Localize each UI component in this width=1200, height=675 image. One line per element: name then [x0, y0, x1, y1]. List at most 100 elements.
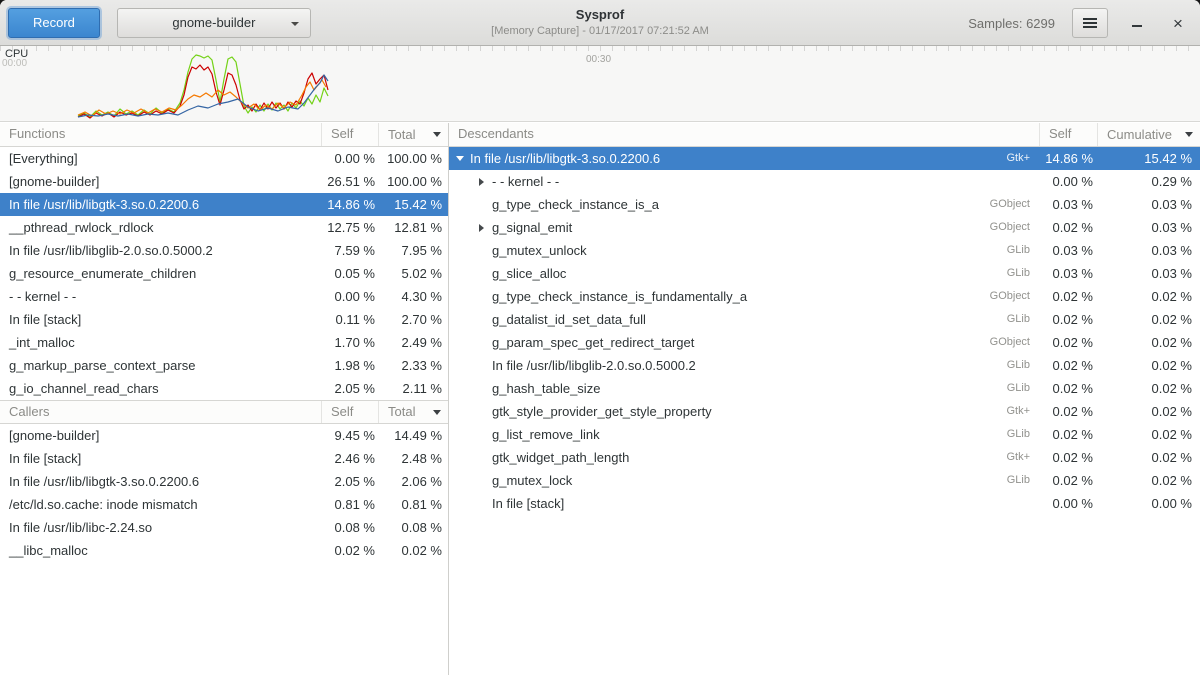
- symbol-name: In file [stack]: [0, 447, 322, 470]
- cpu-series-cpu3: [78, 75, 328, 117]
- descendant-name-cell: g_hash_table_size: [449, 377, 970, 400]
- table-row[interactable]: In file [stack]2.46 %2.48 %: [0, 447, 448, 470]
- self-percent: 0.02 %: [1040, 377, 1098, 400]
- expand-arrow-icon[interactable]: [475, 178, 488, 186]
- self-percent: 0.02 %: [1040, 331, 1098, 354]
- descendant-row[interactable]: In file [stack]0.00 %0.00 %: [449, 492, 1200, 515]
- target-selector-dropdown[interactable]: gnome-builder: [117, 8, 311, 38]
- collapse-arrow-icon[interactable]: [453, 156, 466, 161]
- self-percent: 12.75 %: [322, 216, 379, 239]
- descendants-self-column-header[interactable]: Self: [1040, 123, 1098, 146]
- self-percent: 0.02 %: [322, 539, 379, 562]
- table-row[interactable]: In file /usr/lib/libc-2.24.so0.08 %0.08 …: [0, 516, 448, 539]
- table-row[interactable]: _int_malloc1.70 %2.49 %: [0, 331, 448, 354]
- descendant-row[interactable]: gtk_style_provider_get_style_propertyGtk…: [449, 400, 1200, 423]
- table-row[interactable]: In file /usr/lib/libglib-2.0.so.0.5000.2…: [0, 239, 448, 262]
- symbol-name: g_io_channel_read_chars: [0, 377, 322, 400]
- descendant-row[interactable]: g_list_remove_linkGLib0.02 %0.02 %: [449, 423, 1200, 446]
- descendant-row[interactable]: g_param_spec_get_redirect_targetGObject0…: [449, 331, 1200, 354]
- cumulative-percent: 15.42 %: [1098, 147, 1200, 170]
- descendants-cumulative-column-header[interactable]: Cumulative: [1098, 123, 1200, 146]
- descendant-row[interactable]: g_mutex_unlockGLib0.03 %0.03 %: [449, 239, 1200, 262]
- table-row[interactable]: __libc_malloc0.02 %0.02 %: [0, 539, 448, 562]
- functions-total-column-header[interactable]: Total: [379, 123, 448, 146]
- record-button[interactable]: Record: [8, 8, 100, 38]
- self-percent: 1.70 %: [322, 331, 379, 354]
- library-category: GLib: [970, 354, 1040, 377]
- functions-column-header[interactable]: Functions: [0, 123, 322, 146]
- cumulative-percent: 0.03 %: [1098, 262, 1200, 285]
- symbol-name: In file /usr/lib/libglib-2.0.so.0.5000.2: [0, 239, 322, 262]
- cpu-timeline[interactable]: CPU 00:00 00:30: [0, 46, 1200, 122]
- functions-total-label: Total: [388, 124, 415, 146]
- table-row[interactable]: [gnome-builder]26.51 %100.00 %: [0, 170, 448, 193]
- descendant-row[interactable]: In file /usr/lib/libglib-2.0.so.0.5000.2…: [449, 354, 1200, 377]
- descendant-row[interactable]: g_type_check_instance_is_fundamentally_a…: [449, 285, 1200, 308]
- callers-total-column-header[interactable]: Total: [379, 401, 448, 423]
- table-row[interactable]: In file /usr/lib/libgtk-3.so.0.2200.614.…: [0, 193, 448, 216]
- minimize-button[interactable]: [1125, 8, 1149, 38]
- table-row[interactable]: /etc/ld.so.cache: inode mismatch0.81 %0.…: [0, 493, 448, 516]
- self-percent: 0.02 %: [1040, 216, 1098, 239]
- self-percent: 0.00 %: [322, 147, 379, 170]
- descendant-row[interactable]: g_type_check_instance_is_aGObject0.03 %0…: [449, 193, 1200, 216]
- library-category: Gtk+: [970, 446, 1040, 469]
- symbol-name: In file /usr/lib/libgtk-3.so.0.2200.6: [0, 470, 322, 493]
- symbol-name: g_markup_parse_context_parse: [0, 354, 322, 377]
- symbol-name: In file /usr/lib/libc-2.24.so: [0, 516, 322, 539]
- self-percent: 14.86 %: [1040, 147, 1098, 170]
- self-percent: 0.03 %: [1040, 262, 1098, 285]
- functions-self-column-header[interactable]: Self: [322, 123, 379, 146]
- table-row[interactable]: g_markup_parse_context_parse1.98 %2.33 %: [0, 354, 448, 377]
- symbol-name: In file /usr/lib/libgtk-3.so.0.2200.6: [0, 193, 322, 216]
- close-button[interactable]: ×: [1166, 8, 1190, 38]
- descendant-row[interactable]: - - kernel - - 0.00 %0.29 %: [449, 170, 1200, 193]
- descendant-row[interactable]: g_mutex_lockGLib0.02 %0.02 %: [449, 469, 1200, 492]
- symbol-name: - - kernel - -: [492, 170, 559, 193]
- content-panes: Functions Self Total [Everything]0.00 %1…: [0, 123, 1200, 675]
- descendants-column-header[interactable]: Descendants: [449, 123, 1040, 146]
- table-row[interactable]: __pthread_rwlock_rdlock12.75 %12.81 %: [0, 216, 448, 239]
- self-percent: 0.00 %: [1040, 170, 1098, 193]
- cumulative-percent: 0.02 %: [1098, 423, 1200, 446]
- library-category: GLib: [970, 308, 1040, 331]
- descendant-row[interactable]: gtk_widget_path_lengthGtk+0.02 %0.02 %: [449, 446, 1200, 469]
- symbol-name: In file /usr/lib/libglib-2.0.so.0.5000.2: [492, 354, 696, 377]
- table-row[interactable]: - - kernel - -0.00 %4.30 %: [0, 285, 448, 308]
- total-percent: 2.49 %: [379, 331, 448, 354]
- cumulative-percent: 0.02 %: [1098, 446, 1200, 469]
- table-row[interactable]: g_io_channel_read_chars2.05 %2.11 %: [0, 377, 448, 400]
- library-category: GLib: [970, 239, 1040, 262]
- callers-self-column-header[interactable]: Self: [322, 401, 379, 423]
- self-percent: 0.00 %: [1040, 492, 1098, 515]
- symbol-name: [gnome-builder]: [0, 170, 322, 193]
- table-row[interactable]: [gnome-builder]9.45 %14.49 %: [0, 424, 448, 447]
- library-category: GObject: [970, 331, 1040, 354]
- table-row[interactable]: [Everything]0.00 %100.00 %: [0, 147, 448, 170]
- expand-arrow-icon[interactable]: [475, 224, 488, 232]
- descendant-row[interactable]: g_hash_table_sizeGLib0.02 %0.02 %: [449, 377, 1200, 400]
- total-percent: 7.95 %: [379, 239, 448, 262]
- library-category: Gtk+: [970, 400, 1040, 423]
- descendant-name-cell: In file /usr/lib/libgtk-3.so.0.2200.6: [449, 147, 970, 170]
- descendant-row[interactable]: g_signal_emitGObject0.02 %0.03 %: [449, 216, 1200, 239]
- symbol-name: g_mutex_lock: [492, 469, 572, 492]
- library-category: [970, 170, 1040, 193]
- descendant-row[interactable]: g_slice_allocGLib0.03 %0.03 %: [449, 262, 1200, 285]
- total-percent: 0.81 %: [379, 493, 448, 516]
- table-row[interactable]: In file /usr/lib/libgtk-3.so.0.2200.62.0…: [0, 470, 448, 493]
- descendant-name-cell: gtk_style_provider_get_style_property: [449, 400, 970, 423]
- total-percent: 15.42 %: [379, 193, 448, 216]
- descendant-row[interactable]: g_datalist_id_set_data_fullGLib0.02 %0.0…: [449, 308, 1200, 331]
- table-row[interactable]: g_resource_enumerate_children0.05 %5.02 …: [0, 262, 448, 285]
- descendant-row[interactable]: In file /usr/lib/libgtk-3.so.0.2200.6Gtk…: [449, 147, 1200, 170]
- hamburger-icon: [1083, 18, 1097, 28]
- menu-button[interactable]: [1072, 8, 1108, 38]
- cumulative-percent: 0.29 %: [1098, 170, 1200, 193]
- samples-count: Samples: 6299: [968, 16, 1055, 31]
- table-row[interactable]: In file [stack]0.11 %2.70 %: [0, 308, 448, 331]
- self-percent: 0.02 %: [1040, 400, 1098, 423]
- callers-column-header[interactable]: Callers: [0, 401, 322, 423]
- descendant-name-cell: gtk_widget_path_length: [449, 446, 970, 469]
- time-label-mid: 00:30: [586, 54, 611, 65]
